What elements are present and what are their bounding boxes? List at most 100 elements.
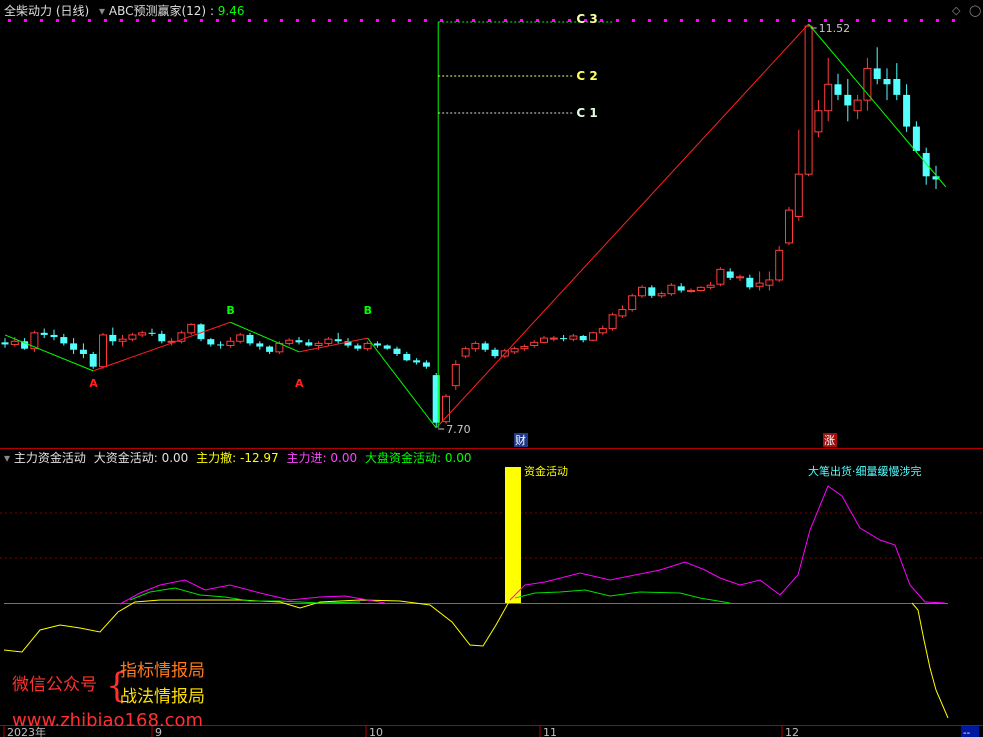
top-dot (344, 19, 347, 22)
top-dot (104, 19, 107, 22)
candle-down (305, 342, 313, 346)
indicator-name: ABC预测赢家(12) (108, 4, 207, 18)
lower-panel-header: ▾ 主力资金活动 大资金活动: 0.00 主力撤: -12.97 主力进: 0.… (4, 450, 472, 466)
top-dot (72, 19, 75, 22)
top-dot (408, 19, 411, 22)
candle-down (256, 343, 264, 347)
candle-down (89, 353, 97, 367)
candle-down (217, 344, 225, 346)
marker-a: A (89, 377, 98, 390)
candle-up (853, 99, 862, 112)
marker-b: B (226, 304, 234, 317)
up-arrow-icon[interactable]: ◇ (952, 5, 960, 17)
top-dot (632, 19, 635, 22)
axis-tick-label: 11 (543, 726, 557, 737)
candle-up (226, 340, 235, 347)
candle-up (667, 284, 676, 295)
top-dot (712, 19, 715, 22)
top-dot (24, 19, 27, 22)
candle-up (451, 364, 460, 387)
market-fund-label: 大盘资金活动: (364, 451, 441, 465)
candle-down (334, 339, 342, 342)
top-dot (696, 19, 699, 22)
candle-down (295, 340, 303, 343)
main-in-value: 0.00 (330, 451, 358, 465)
candle-down (158, 333, 166, 342)
candle-down (726, 271, 734, 278)
watermark-url: www.zhibiao168.com (12, 710, 204, 731)
finance-badge: 财 (514, 433, 528, 447)
top-dot (264, 19, 267, 22)
candle-down (834, 84, 842, 95)
top-dot (40, 19, 43, 22)
indicator-separator: : (206, 4, 218, 18)
top-dot (888, 19, 891, 22)
top-dot (808, 19, 811, 22)
top-dot (648, 19, 651, 22)
candle-down (560, 338, 568, 340)
candle-down (354, 345, 362, 349)
candle-up (236, 334, 245, 342)
candle-up (540, 337, 548, 343)
top-dot (760, 19, 763, 22)
candle-up (736, 276, 744, 279)
c3-label: C 3 (576, 12, 597, 26)
top-dot (184, 19, 187, 22)
stock-chart: A AB BC 3C 2C 111.527.70财涨 2023年 9 10 11 12 -- (0, 0, 983, 737)
candle-down (148, 332, 156, 334)
candle-up (657, 293, 666, 297)
c2-label: C 2 (576, 69, 597, 83)
candle-up (687, 290, 695, 293)
indicator-settings-icon[interactable]: ▾ (99, 4, 105, 18)
panel-settings-icon[interactable]: ▾ (4, 451, 10, 465)
axis-tick-label: 10 (369, 726, 383, 737)
top-dot (88, 19, 91, 22)
top-dot (216, 19, 219, 22)
top-dot (376, 19, 379, 22)
candle-down (677, 286, 685, 291)
top-dot (776, 19, 779, 22)
axis-tick-label: 12 (785, 726, 799, 737)
top-dot (296, 19, 299, 22)
candle-down (873, 68, 881, 79)
main-out-value: -12.97 (240, 451, 279, 465)
candle-down (403, 353, 411, 361)
top-dot (728, 19, 731, 22)
top-dot (312, 19, 315, 22)
candle-up (696, 286, 705, 292)
close-icon[interactable]: ◯ (969, 5, 981, 17)
candle-down (746, 277, 754, 288)
top-dot (872, 19, 875, 22)
big-fund-bar (505, 467, 521, 603)
top-dot (936, 19, 939, 22)
chart-title-bar: 全柴动力 (日线) ▾ ABC预测赢家(12) : 9.46 (4, 3, 245, 19)
candle-up (638, 286, 646, 297)
candle-down (481, 343, 489, 350)
candle-up (285, 339, 294, 344)
top-dot (200, 19, 203, 22)
candle-up (549, 337, 558, 340)
top-dot (904, 19, 907, 22)
candle-up (569, 335, 578, 340)
fund-top-caption: 大笔出货·细量缓慢涉完 (808, 465, 922, 478)
axis-corner-label: -- (963, 728, 971, 737)
big-fund-value: 0.00 (161, 451, 189, 465)
c1-label: C 1 (576, 106, 597, 120)
big-fund-label: 大资金活动: (93, 451, 158, 465)
candle-up (510, 348, 519, 353)
candle-up (187, 323, 196, 334)
top-dot (424, 19, 427, 22)
top-dot (616, 19, 619, 22)
candle-up (608, 314, 617, 330)
limit-up-badge: 涨 (823, 433, 837, 447)
top-dot (952, 19, 955, 22)
candle-down (1, 342, 9, 345)
top-dot (920, 19, 923, 22)
candle-down (491, 349, 499, 357)
limit-up-badge-text: 涨 (824, 434, 835, 447)
candle-up (118, 338, 127, 342)
candle-down (422, 362, 430, 367)
low-price-label: 7.70 (446, 423, 471, 436)
candle-down (883, 78, 891, 85)
indicator-value: 9.46 (217, 4, 245, 18)
